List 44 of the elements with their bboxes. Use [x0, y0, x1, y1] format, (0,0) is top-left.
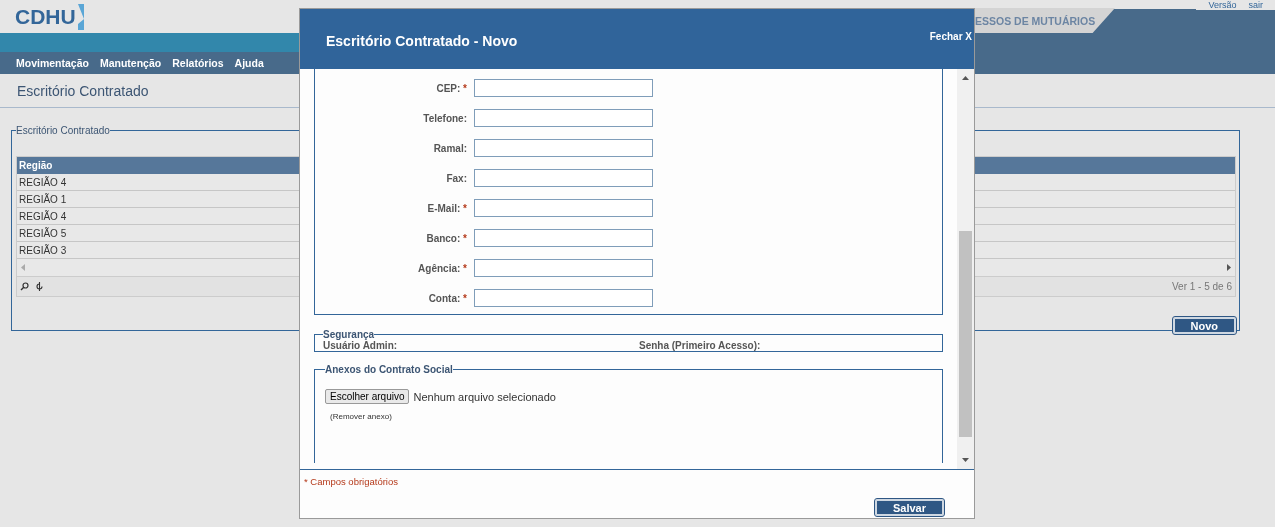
logo-text: CDHU: [15, 4, 76, 29]
field-label: CEP: *: [435, 82, 467, 94]
file-status: Nenhum arquivo selecionado: [413, 390, 556, 403]
panel-legend: Escritório Contratado: [16, 125, 110, 136]
new-button[interactable]: Novo: [1172, 317, 1236, 334]
menu-item[interactable]: Ajuda: [234, 57, 264, 69]
vertical-scrollbar[interactable]: [957, 69, 974, 469]
scroll-left-icon[interactable]: [20, 264, 27, 271]
field-label: Senha (Primeiro Acesso):: [639, 340, 762, 351]
close-link[interactable]: Fechar X: [929, 30, 972, 42]
field-label: Conta: *: [427, 292, 467, 304]
dialog-title: Escritório Contratado - Novo: [326, 32, 518, 49]
field-label: Banco: *: [425, 232, 467, 244]
save-button[interactable]: Salvar: [874, 499, 944, 516]
scroll-thumb[interactable]: [959, 231, 972, 437]
input-field[interactable]: [474, 199, 653, 217]
input-field[interactable]: [474, 289, 653, 307]
scroll-down-icon[interactable]: [962, 456, 969, 463]
header-link[interactable]: sair: [1248, 0, 1263, 10]
menu-item[interactable]: Movimentação: [16, 57, 89, 69]
panel-legend: Anexos do Contrato Social: [325, 364, 453, 375]
field-label: Fax:: [445, 172, 467, 184]
scroll-right-icon[interactable]: [1225, 264, 1232, 271]
header-link[interactable]: Versão: [1208, 0, 1237, 10]
choose-file-button[interactable]: Escolher arquivo: [325, 389, 410, 404]
input-field[interactable]: [474, 229, 653, 247]
input-field[interactable]: [474, 79, 653, 97]
panel-legend: Segurança: [323, 329, 375, 340]
menu-item[interactable]: Relatórios: [172, 57, 224, 69]
input-field[interactable]: [474, 139, 653, 157]
field-label: Usuário Admin:: [323, 340, 399, 351]
menu-item[interactable]: Manutenção: [99, 57, 162, 69]
field-label: Agência: *: [417, 262, 467, 274]
input-field[interactable]: [474, 109, 653, 127]
field-label: Telefone:: [422, 112, 467, 124]
refresh-icon[interactable]: [35, 282, 44, 291]
search-icon[interactable]: [20, 282, 29, 291]
remove-link[interactable]: (Remover anexo): [330, 412, 392, 421]
input-field[interactable]: [474, 259, 653, 277]
input-field[interactable]: [474, 169, 653, 187]
pager-text: Ver 1 - 5 de 6: [1171, 281, 1232, 292]
logo-mark-icon: [77, 3, 84, 30]
field-label: Ramal:: [432, 142, 467, 154]
required-note: * Campos obrigatórios: [304, 476, 399, 487]
